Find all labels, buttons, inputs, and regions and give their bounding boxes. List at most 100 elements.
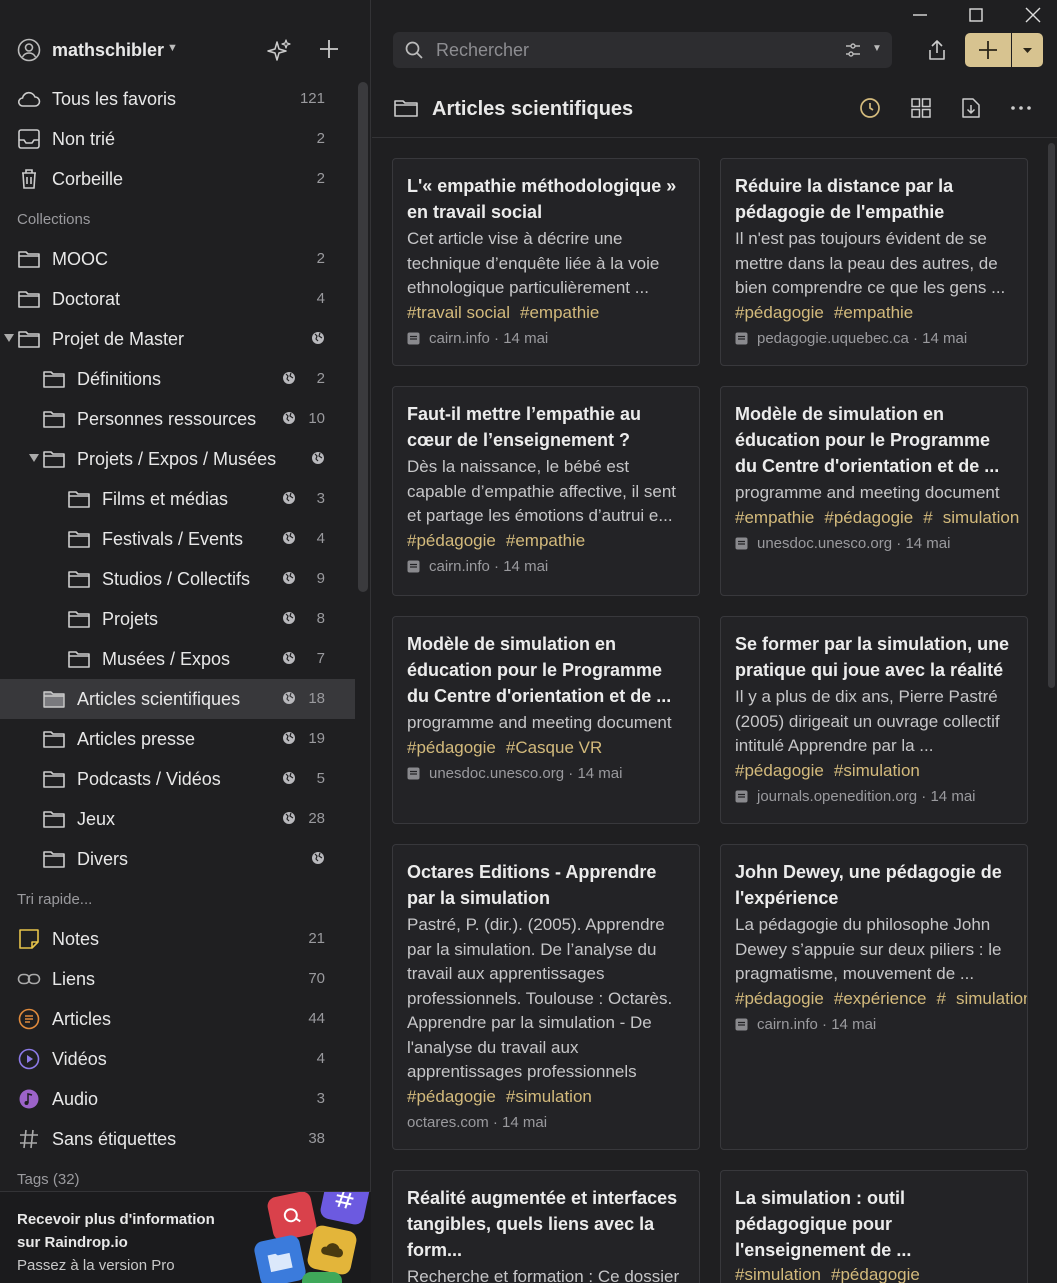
tag-link[interactable]: #pédagogie [407,1087,496,1106]
sidebar-item-articles-scientifiques[interactable]: Articles scientifiques 18 [0,679,355,719]
sidebar-item-videos[interactable]: Vidéos 4 [0,1039,355,1079]
card-title[interactable]: Modèle de simulation en éducation pour l… [735,401,1013,479]
card-title[interactable]: John Dewey, une pédagogie de l'expérienc… [735,859,1013,911]
tag-link[interactable]: #empathie [834,303,913,322]
sidebar-item-trash[interactable]: Corbeille 2 [0,159,355,199]
item-count: 121 [299,90,325,107]
search-input[interactable] [436,39,816,61]
tag-link[interactable]: #pédagogie [735,303,824,322]
tag-link[interactable]: simulation [956,989,1027,1008]
sidebar-item-personnes-ressources[interactable]: Personnes ressources 10 [0,399,355,439]
bookmark-card[interactable]: Modèle de simulation en éducation pour l… [392,616,700,824]
content-scrollbar[interactable] [1048,143,1055,688]
card-title[interactable]: Modèle de simulation en éducation pour l… [407,631,685,709]
filter-icon[interactable] [845,42,861,58]
tag-link[interactable]: #pédagogie [407,531,496,550]
grid-view-icon[interactable] [909,96,933,120]
card-title[interactable]: Se former par la simulation, une pratiqu… [735,631,1013,683]
card-title[interactable]: Faut-il mettre l’empathie au cœur de l’e… [407,401,685,453]
add-bookmark-button[interactable] [965,33,1011,67]
bookmark-card[interactable]: La simulation : outil pédagogique pour l… [720,1170,1028,1283]
avatar-icon[interactable] [17,38,41,62]
globe-icon [312,852,324,864]
tag-link[interactable]: #pédagogie [407,738,496,757]
globe-icon [283,812,295,824]
search-bar: ▼ [393,32,892,68]
caret-down-icon[interactable] [29,454,39,462]
tag-link[interactable]: #travail social [407,303,510,322]
sidebar-item-festivals-events[interactable]: Festivals / Events 4 [0,519,355,559]
sidebar-item-unsorted[interactable]: Non trié 2 [0,119,355,159]
tag-link[interactable]: #simulation [506,1087,592,1106]
bookmark-card[interactable]: Réalité augmentée et interfaces tangible… [392,1170,700,1283]
tag-link[interactable]: #pédagogie [735,761,824,780]
close-icon[interactable] [1024,6,1042,24]
quick-sort-header[interactable]: Tri rapide... [0,879,355,919]
more-icon[interactable] [1009,96,1033,120]
bookmark-card[interactable]: Faut-il mettre l’empathie au cœur de l’e… [392,386,700,596]
sidebar-item-projet-de-master[interactable]: Projet de Master [0,319,355,359]
bookmark-card[interactable]: Modèle de simulation en éducation pour l… [720,386,1028,596]
minimize-icon[interactable] [911,6,929,24]
maximize-icon[interactable] [967,6,985,24]
sidebar-item-doctorat[interactable]: Doctorat 4 [0,279,355,319]
sidebar-item-label: Films et médias [102,489,229,509]
collections-header[interactable]: Collections [0,199,355,239]
sidebar-item-projets-expos-musees[interactable]: Projets / Expos / Musées [0,439,355,479]
card-title[interactable]: L'« empathie méthodologique » en travail… [407,173,685,225]
tag-link[interactable]: #simulation [834,761,920,780]
sidebar-item-definitions[interactable]: Définitions 2 [0,359,355,399]
chevron-down-icon[interactable]: ▼ [167,42,178,54]
sidebar-item-podcasts-videos[interactable]: Podcasts / Vidéos 5 [0,759,355,799]
bookmark-card[interactable]: John Dewey, une pédagogie de l'expérienc… [720,844,1028,1150]
tag-link[interactable]: #pédagogie [824,508,913,527]
sidebar-item-mooc[interactable]: MOOC 2 [0,239,355,279]
sidebar-item-projets[interactable]: Projets 8 [0,599,355,639]
bookmark-card[interactable]: Se former par la simulation, une pratiqu… [720,616,1028,824]
tag-link[interactable]: # [923,508,932,527]
card-title[interactable]: Octares Editions - Apprendre par la simu… [407,859,685,911]
sidebar-item-musees-expos[interactable]: Musées / Expos 7 [0,639,355,679]
tag-link[interactable]: #pédagogie [831,1265,920,1283]
caret-down-icon[interactable] [4,334,14,342]
tag-link[interactable]: #empathie [520,303,599,322]
sidebar-item-articles[interactable]: Articles 44 [0,999,355,1039]
sidebar-item-studios-collectifs[interactable]: Studios / Collectifs 9 [0,559,355,599]
card-title[interactable]: La simulation : outil pédagogique pour l… [735,1185,1013,1263]
tag-link[interactable]: #pédagogie [735,989,824,1008]
sidebar-item-notes[interactable]: Notes 21 [0,919,355,959]
bookmark-card[interactable]: Réduire la distance par la pédagogie de … [720,158,1028,366]
bookmark-card[interactable]: L'« empathie méthodologique » en travail… [392,158,700,366]
card-title[interactable]: Réalité augmentée et interfaces tangible… [407,1185,685,1263]
tag-link[interactable]: #empathie [506,531,585,550]
sidebar-item-films-et-medias[interactable]: Films et médias 3 [0,479,355,519]
tag-link[interactable]: #empathie [735,508,814,527]
tag-link[interactable]: # [937,989,946,1008]
promo-link[interactable]: Passez à la version Pro [17,1257,175,1274]
sidebar-item-audio[interactable]: Audio 3 [0,1079,355,1119]
tag-link[interactable]: #simulation [735,1265,821,1283]
add-collection-icon[interactable] [318,38,340,60]
sidebar-item-liens[interactable]: Liens 70 [0,959,355,999]
sidebar-item-articles-presse[interactable]: Articles presse 19 [0,719,355,759]
card-title[interactable]: Réduire la distance par la pédagogie de … [735,173,1013,225]
sidebar-item-divers[interactable]: Divers [0,839,355,879]
bookmark-card[interactable]: Octares Editions - Apprendre par la simu… [392,844,700,1150]
sidebar-item-jeux[interactable]: Jeux 28 [0,799,355,839]
share-icon[interactable] [925,38,949,62]
sidebar-item-label: Non trié [52,129,116,149]
sidebar-item-sans-etiquettes[interactable]: Sans étiquettes 38 [0,1119,355,1159]
sparkle-icon[interactable] [266,38,292,64]
sidebar-scrollbar[interactable] [358,82,368,592]
download-icon[interactable] [959,96,983,120]
tag-link[interactable]: simulation [943,508,1020,527]
clock-sort-icon[interactable] [858,96,882,120]
chevron-down-icon[interactable]: ▼ [872,43,882,54]
tag-link[interactable]: #expérience [834,989,927,1008]
add-options-button[interactable] [1012,33,1043,67]
username[interactable]: mathschibler [52,40,164,61]
sidebar-item-all[interactable]: Tous les favoris 121 [0,79,355,119]
tag-link[interactable]: #Casque VR [506,738,602,757]
pro-promo-banner[interactable]: Recevoir plus d'information sur Raindrop… [0,1191,371,1283]
sidebar: mathschibler ▼ Tous les favoris 121 Non … [0,0,371,1283]
